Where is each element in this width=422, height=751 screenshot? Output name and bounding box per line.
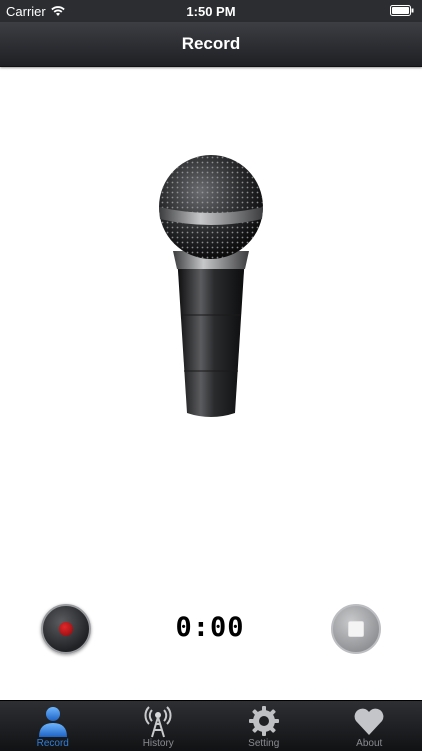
- tab-record-label: Record: [0, 738, 106, 749]
- tab-setting[interactable]: Setting: [211, 701, 317, 751]
- gear-icon: [247, 704, 281, 738]
- heart-icon: [352, 704, 386, 738]
- status-bar: Carrier 1:50 PM: [0, 0, 422, 22]
- person-icon: [36, 704, 70, 738]
- battery-icon: [390, 5, 414, 16]
- stop-square-icon: [348, 621, 364, 637]
- tab-bar: Record History Setting: [0, 700, 422, 751]
- stop-button[interactable]: [331, 604, 381, 654]
- antenna-icon: [141, 704, 175, 738]
- status-time: 1:50 PM: [0, 4, 422, 19]
- record-dot-icon: [59, 622, 73, 636]
- microphone-icon: [155, 155, 267, 423]
- tab-record[interactable]: Record: [0, 701, 106, 751]
- recording-timer: 0:00: [160, 612, 260, 643]
- tab-setting-label: Setting: [211, 738, 317, 749]
- tab-history-label: History: [106, 738, 212, 749]
- page-title: Record: [0, 34, 422, 54]
- record-button[interactable]: [41, 604, 91, 654]
- tab-about-label: About: [317, 738, 422, 749]
- tab-about[interactable]: About: [317, 701, 422, 751]
- navigation-bar: Record: [0, 22, 422, 67]
- tab-history[interactable]: History: [106, 701, 212, 751]
